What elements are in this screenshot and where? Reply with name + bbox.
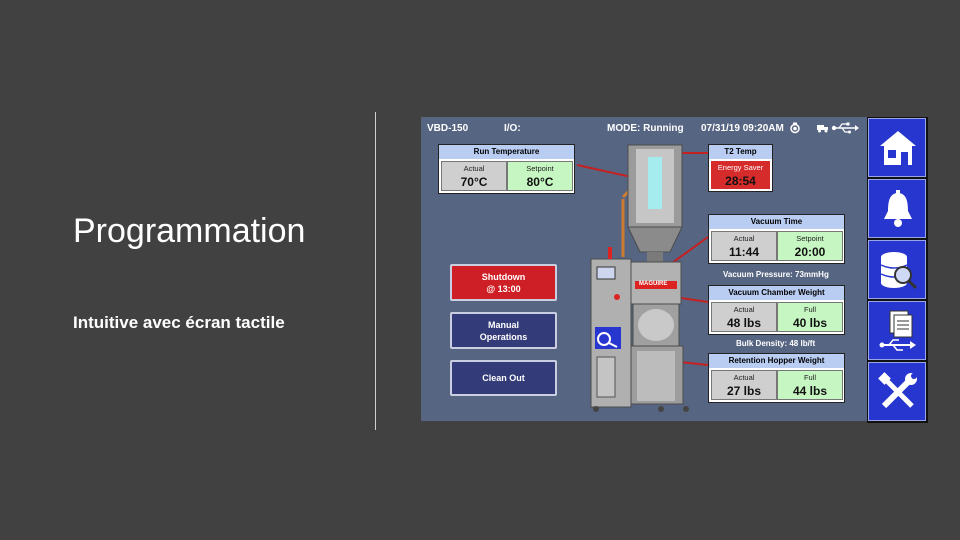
machine-brand-label: MAGUIRE xyxy=(639,281,668,287)
actual-label: Actual xyxy=(733,234,755,243)
nav-sidebar xyxy=(867,117,928,423)
clean-out-button[interactable]: Clean Out xyxy=(450,360,557,396)
vacuum-chamber-actual: Actual 48 lbs xyxy=(711,302,777,332)
full-value: 44 lbs xyxy=(792,384,828,398)
home-icon xyxy=(880,131,916,165)
actual-label: Actual xyxy=(463,164,485,173)
actual-value: 11:44 xyxy=(728,245,760,259)
full-label: Full xyxy=(803,373,817,382)
shutdown-button[interactable]: Shutdown @ 13:00 xyxy=(450,264,557,301)
manual-label-1: Manual xyxy=(487,319,519,330)
manual-operations-button[interactable]: Manual Operations xyxy=(450,312,557,349)
retention-hopper-full[interactable]: Full 44 lbs xyxy=(777,370,843,400)
database-search-icon xyxy=(880,252,918,290)
hmi-screen: VBD-150 I/O: MODE: Running 07/31/19 09:2… xyxy=(421,117,867,421)
bell-icon xyxy=(884,190,912,227)
divider xyxy=(375,112,376,430)
data-search-button[interactable] xyxy=(868,240,926,299)
shutdown-label: Shutdown xyxy=(481,271,526,282)
retention-hopper-weight-panel[interactable]: Retention Hopper Weight Actual 27 lbs Fu… xyxy=(708,353,845,403)
setpoint-label: Setpoint xyxy=(796,234,824,243)
bulk-density: Bulk Density: 48 lb/ft xyxy=(736,339,816,348)
clean-out-label: Clean Out xyxy=(482,373,525,383)
vacuum-chamber-weight-title: Vacuum Chamber Weight xyxy=(709,286,844,300)
actual-label: Actual xyxy=(733,373,755,382)
tools-button[interactable] xyxy=(868,362,926,421)
run-temperature-panel[interactable]: Run Temperature Actual 70°C Setpoint 80°… xyxy=(438,144,575,194)
run-temperature-setpoint[interactable]: Setpoint 80°C xyxy=(507,161,573,191)
actual-value: 70°C xyxy=(460,175,488,189)
full-value: 40 lbs xyxy=(792,316,828,330)
shutdown-time: @ 13:00 xyxy=(486,283,521,294)
vacuum-pressure: Vacuum Pressure: 73mmHg xyxy=(723,270,829,279)
t2-temp-alarm: Energy Saver 28:54 xyxy=(711,161,770,189)
run-temperature-title: Run Temperature xyxy=(439,145,574,159)
vacuum-chamber-weight-panel[interactable]: Vacuum Chamber Weight Actual 48 lbs Full… xyxy=(708,285,845,335)
slide-subtitle: Intuitive avec écran tactile xyxy=(73,313,285,332)
vacuum-time-actual: Actual 11:44 xyxy=(711,231,777,261)
setpoint-value: 80°C xyxy=(526,175,554,189)
documents-usb-icon xyxy=(879,310,916,351)
t2-temp-value: 28:54 xyxy=(725,174,756,188)
retention-hopper-weight-title: Retention Hopper Weight xyxy=(709,354,844,368)
t2-temp-panel[interactable]: T2 Temp Energy Saver 28:54 xyxy=(708,144,773,192)
t2-temp-status: Energy Saver xyxy=(717,163,764,172)
full-label: Full xyxy=(803,305,817,314)
run-temperature-actual: Actual 70°C xyxy=(441,161,507,191)
retention-hopper-actual: Actual 27 lbs xyxy=(711,370,777,400)
actual-label: Actual xyxy=(733,305,755,314)
tools-icon xyxy=(878,372,917,409)
setpoint-label: Setpoint xyxy=(526,164,554,173)
t2-temp-title: T2 Temp xyxy=(709,145,772,159)
alarms-button[interactable] xyxy=(868,179,926,238)
reports-usb-button[interactable] xyxy=(868,301,926,360)
vacuum-time-panel[interactable]: Vacuum Time Actual 11:44 Setpoint 20:00 xyxy=(708,214,845,264)
vacuum-chamber-full[interactable]: Full 40 lbs xyxy=(777,302,843,332)
vacuum-time-setpoint[interactable]: Setpoint 20:00 xyxy=(777,231,843,261)
setpoint-value: 20:00 xyxy=(794,245,826,259)
vacuum-time-title: Vacuum Time xyxy=(709,215,844,229)
manual-label-2: Operations xyxy=(479,331,528,342)
home-button[interactable] xyxy=(868,118,926,177)
slide-title: Programmation xyxy=(73,212,306,250)
actual-value: 48 lbs xyxy=(726,316,762,330)
actual-value: 27 lbs xyxy=(726,384,762,398)
